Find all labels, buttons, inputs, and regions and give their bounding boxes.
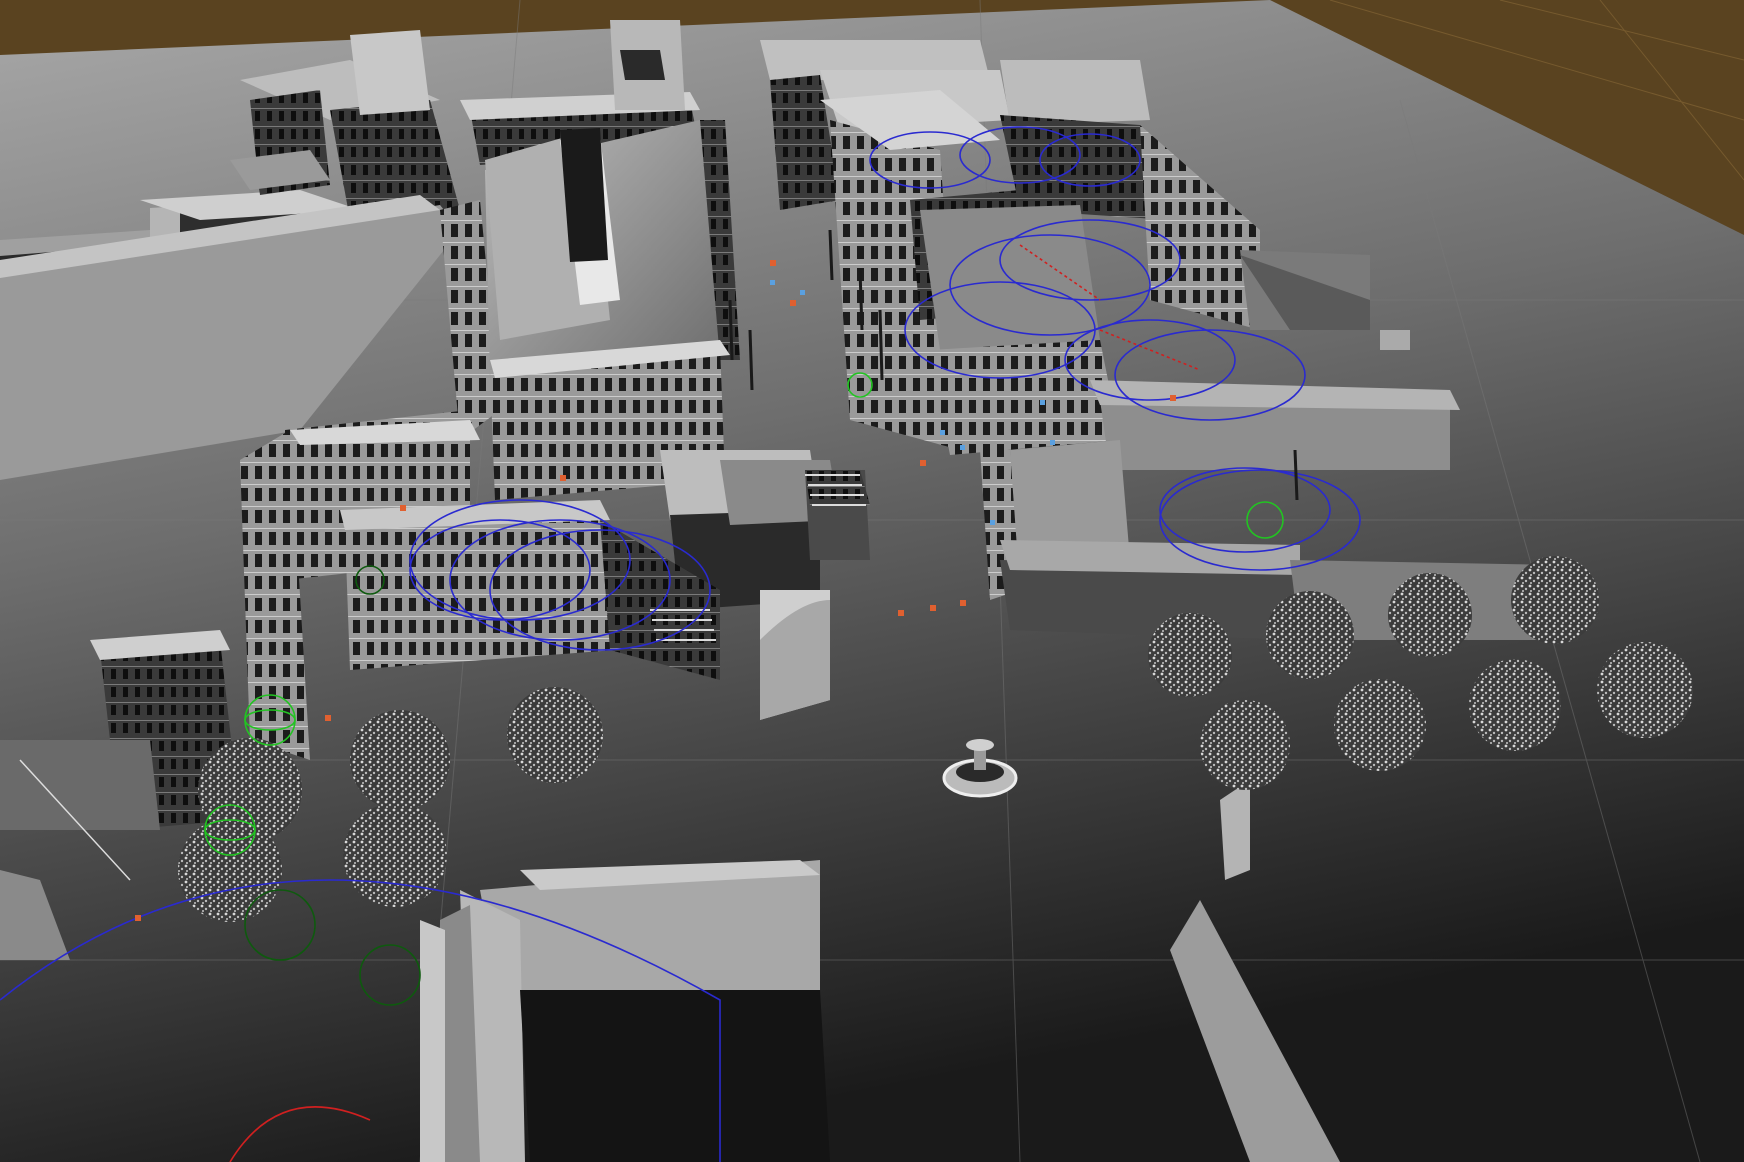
tree-model-icon[interactable] (1511, 556, 1599, 644)
tree-model-icon[interactable] (1469, 659, 1561, 751)
tree-model-icon[interactable] (1388, 573, 1472, 657)
tree-model-icon[interactable] (1200, 700, 1290, 790)
building-central-row[interactable] (485, 120, 740, 500)
building-south-block[interactable] (420, 860, 830, 1162)
tree-model-icon[interactable] (350, 710, 450, 810)
scene-canvas[interactable] (0, 0, 1744, 1162)
tree-model-icon[interactable] (1266, 591, 1354, 679)
tree-model-icon[interactable] (1148, 613, 1232, 697)
tree-model-icon[interactable] (1334, 679, 1426, 771)
scene-viewport[interactable] (0, 0, 1744, 1162)
tree-model-icon[interactable] (343, 803, 447, 907)
tree-model-icon[interactable] (507, 687, 603, 783)
tree-model-icon[interactable] (1597, 642, 1693, 738)
tree-model-icon[interactable] (178, 818, 282, 922)
